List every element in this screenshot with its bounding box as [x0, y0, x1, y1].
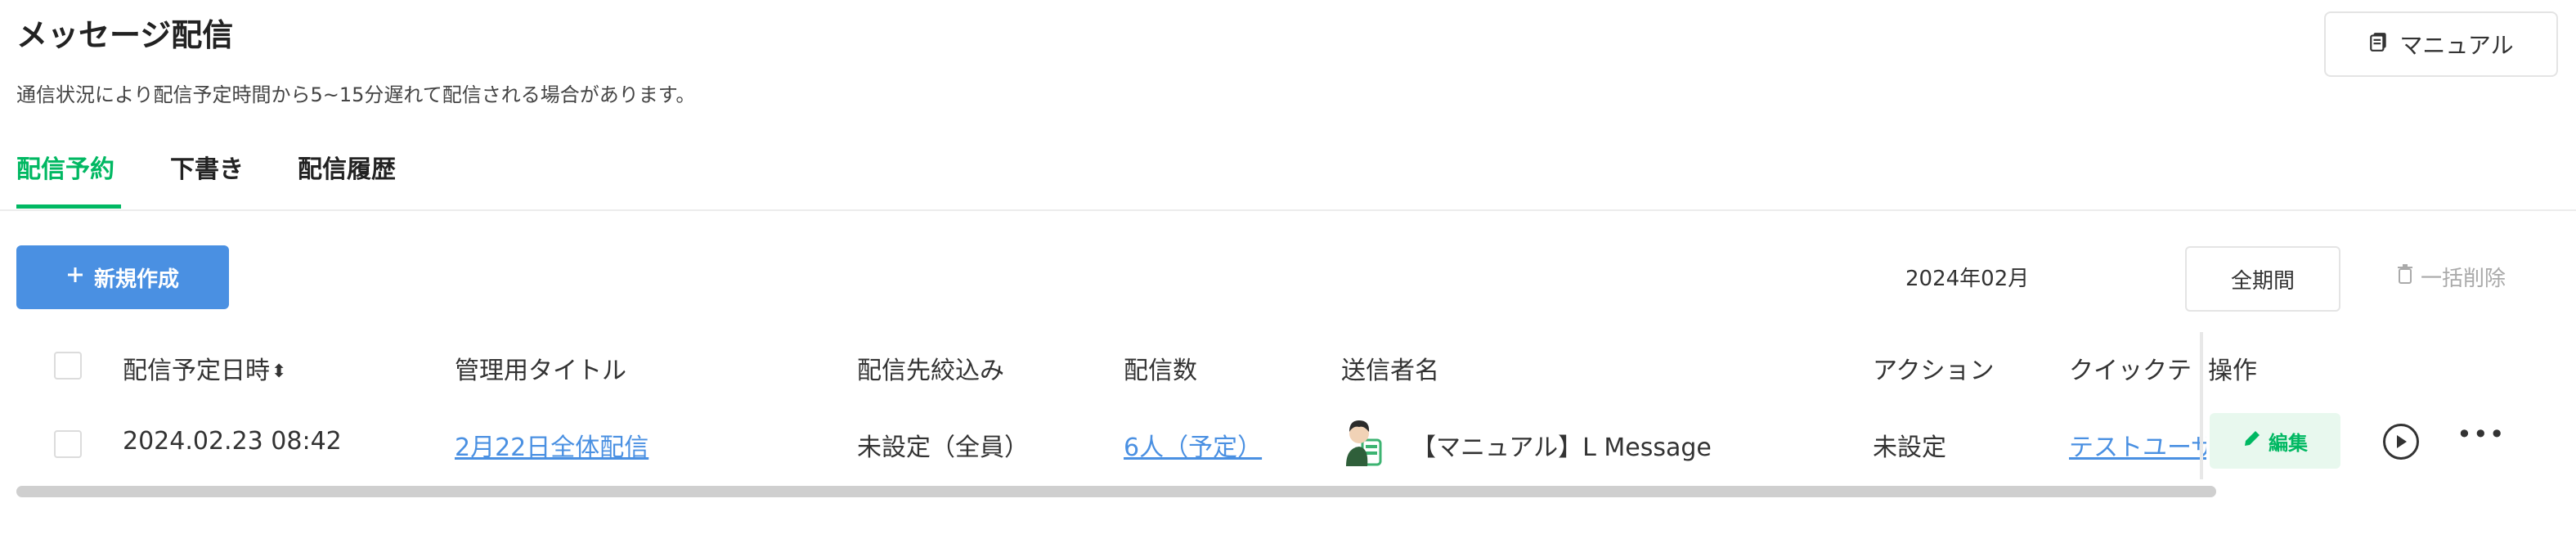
sender-avatar: [1340, 415, 1397, 473]
row-filter: 未設定（全員）: [857, 433, 1029, 462]
edit-button[interactable]: 編集: [2210, 413, 2340, 469]
more-options-icon[interactable]: •••: [2457, 419, 2506, 450]
sort-icon: ⬍: [272, 362, 287, 382]
trash-icon: [2396, 263, 2414, 290]
column-header-sender: 送信者名: [1341, 357, 1439, 385]
bulk-delete-label: 一括削除: [2421, 267, 2506, 291]
tab-drafts[interactable]: 下書き: [170, 149, 244, 185]
horizontal-scrollbar[interactable]: [16, 486, 2216, 497]
row-checkbox[interactable]: [54, 430, 82, 458]
row-quick-link[interactable]: テストユーザ: [2069, 427, 2206, 463]
column-header-scheduled[interactable]: 配信予定日時⬍: [123, 350, 286, 386]
row-sender-name: 【マニュアル】L Message: [1411, 433, 1712, 462]
column-header-quick: クイックテ: [2069, 357, 2192, 385]
play-icon[interactable]: [2383, 424, 2419, 460]
tab-divider: [0, 209, 2576, 211]
row-count-link[interactable]: 6人（予定）: [1124, 427, 1262, 463]
column-header-ops: 操作: [2208, 357, 2257, 385]
column-header-title: 管理用タイトル: [455, 357, 626, 385]
new-message-label: 新規作成: [93, 267, 179, 292]
bulk-delete-button[interactable]: 一括削除: [2396, 262, 2506, 292]
manual-button-label: マニュアル: [2399, 32, 2514, 59]
select-all-checkbox[interactable]: [54, 352, 82, 380]
manual-button[interactable]: マニュアル: [2324, 11, 2558, 77]
plus-icon: [66, 265, 84, 290]
row-title-link[interactable]: 2月22日全体配信: [455, 427, 648, 463]
column-header-action: アクション: [1873, 357, 1995, 385]
all-period-button[interactable]: 全期間: [2185, 246, 2340, 312]
column-header-count: 配信数: [1124, 357, 1197, 385]
page-subtitle: 通信状況により配信予定時間から5~15分遅れて配信される場合があります。: [16, 83, 696, 106]
row-scheduled-datetime: 2024.02.23 08:42: [123, 427, 342, 456]
pencil-icon: [2242, 429, 2262, 453]
book-icon: [2368, 31, 2390, 58]
edit-button-label: 編集: [2269, 431, 2308, 455]
new-message-button[interactable]: 新規作成: [16, 245, 229, 309]
active-tab-indicator: [16, 204, 121, 209]
tab-history[interactable]: 配信履歴: [298, 149, 396, 185]
row-action: 未設定: [1873, 433, 1946, 462]
fixed-column-shadow: [2200, 332, 2203, 479]
month-filter[interactable]: 2024年02月: [1905, 262, 2029, 292]
page-title: メッセージ配信: [16, 17, 234, 53]
column-header-scheduled-label: 配信予定日時: [123, 357, 270, 385]
tab-scheduled[interactable]: 配信予約: [16, 149, 114, 185]
column-header-filter: 配信先絞込み: [857, 357, 1004, 385]
